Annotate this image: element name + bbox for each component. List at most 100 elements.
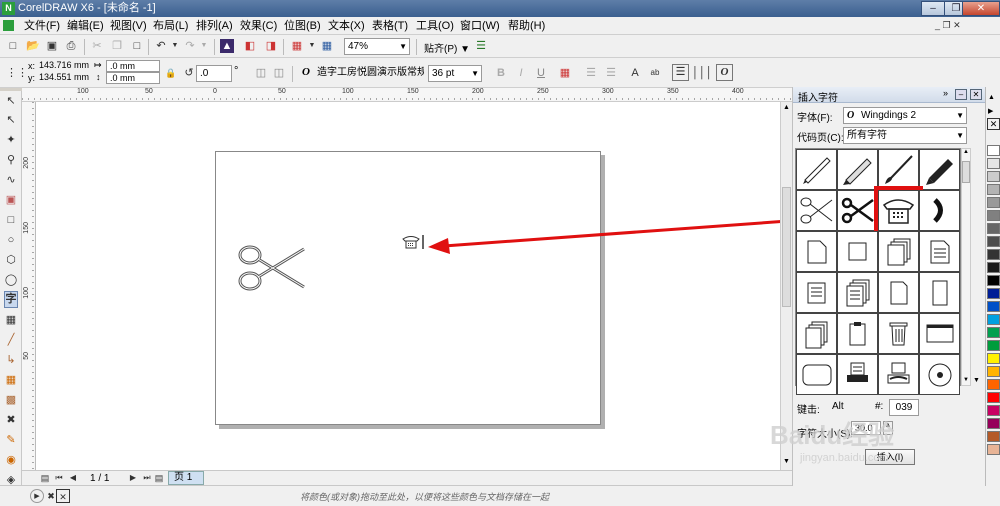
color-swatch[interactable] [987,184,1000,195]
color-swatch[interactable] [987,340,1000,351]
new-document-icon[interactable]: □ [6,39,20,53]
parallel-dimension-tool-icon[interactable]: ╱ [4,333,18,347]
palette-scroll-up-icon[interactable]: ▲ [988,94,995,101]
char-cell-scissors-outline[interactable] [796,190,837,231]
palette-flyout-icon[interactable]: ▶ [988,107,993,115]
keystroke-alt-field[interactable]: Alt [829,399,859,416]
menu-table[interactable]: 表格(T) [372,19,408,33]
char-cell-multi-page[interactable] [796,313,837,354]
scroll-up-icon[interactable]: ▲ [782,104,791,113]
collapse-docker-icon[interactable]: » [943,88,948,98]
y-position-field[interactable]: 134.551 mm [36,72,90,84]
blend-tool-icon[interactable]: ▦ [4,373,18,387]
close-button[interactable]: ✕ [962,1,1000,16]
color-swatch[interactable] [987,444,1000,455]
first-page-icon[interactable]: ⏮ [52,471,66,485]
docker-font-select[interactable]: O Wingdings 2 ▼ [843,107,967,124]
menu-bitmaps[interactable]: 位图(B) [284,19,321,33]
menu-layout[interactable]: 布局(L) [153,19,188,33]
color-swatch[interactable] [987,314,1000,325]
grid-scrollbar[interactable]: ▲ ▼ [961,148,971,386]
font-family-select[interactable]: 造字工房悦圆演示版常规 [314,65,424,82]
grid-scroll-down-icon[interactable]: ▼ [973,377,980,384]
color-swatch[interactable] [987,223,1000,234]
connector-tool-icon[interactable]: ↳ [4,353,18,367]
drop-cap-icon[interactable]: ☰ [604,66,618,80]
menu-arrange[interactable]: 排列(A) [196,19,233,33]
char-cell-printer[interactable] [837,354,878,395]
undo-dropdown-icon[interactable]: ▼ [168,39,182,53]
width-field[interactable]: .0 mm [106,60,160,72]
color-swatch[interactable] [987,171,1000,182]
minimize-docker-icon[interactable]: – [955,89,967,100]
text-properties-icon[interactable]: A [628,66,642,80]
no-color-icon[interactable]: ✕ [56,489,70,503]
fill-tool-icon[interactable]: ◉ [4,453,18,467]
transparency-tool-icon[interactable]: ▩ [4,393,18,407]
application-launcher-icon[interactable]: ▦ [290,39,304,53]
color-swatch[interactable] [987,379,1000,390]
color-swatch[interactable] [987,353,1000,364]
color-pick-icon[interactable]: ▶ [30,489,44,503]
table-tool-icon[interactable]: ▦ [4,313,18,327]
menu-window[interactable]: 窗口(W) [460,19,500,33]
lock-ratio-icon[interactable]: 🔒 [164,66,178,80]
color-swatch[interactable] [987,431,1000,442]
cut-icon[interactable]: ✂ [90,39,104,53]
menu-effects[interactable]: 效果(C) [240,19,277,33]
color-swatch[interactable] [987,418,1000,429]
color-swatch[interactable] [987,262,1000,273]
add-page-after-icon[interactable]: ▤ [152,471,166,485]
menu-view[interactable]: 视图(V) [110,19,147,33]
color-swatch[interactable] [987,145,1000,156]
previous-page-icon[interactable]: ◀ [66,471,80,485]
char-cell-clipboard[interactable] [837,313,878,354]
char-cell-scissors[interactable] [837,190,878,231]
char-cell-fax[interactable] [878,354,919,395]
welcome-screen-icon[interactable]: ▦ [320,39,334,53]
mdi-controls[interactable]: _ ❐ ✕ [935,20,995,32]
pick-tool-icon[interactable]: ↖ [4,94,18,108]
color-swatch[interactable] [987,301,1000,312]
text-tool-icon[interactable]: 字 [4,291,18,308]
char-cell-stacked-pages[interactable] [878,231,919,272]
char-cell-brush[interactable] [878,149,919,190]
char-cell-dogear-page[interactable] [878,272,919,313]
print-icon[interactable]: ⎙ [64,39,78,53]
redo-dropdown-icon[interactable]: ▼ [197,39,211,53]
char-cell-marker[interactable] [919,149,960,190]
text-alignment-icon[interactable]: ▦ [558,66,572,80]
export-icon[interactable]: ◨ [264,39,278,53]
char-cell-telephone-selected[interactable] [874,186,923,235]
mirror-horizontal-icon[interactable]: ◫ [254,66,268,80]
interactive-opentype-icon[interactable]: O [716,64,733,81]
freehand-tool-icon[interactable]: ∿ [4,173,18,187]
scrollbar-thumb[interactable] [962,161,970,183]
menu-edit[interactable]: 编辑(E) [67,19,104,33]
color-swatch[interactable] [987,236,1000,247]
menu-help[interactable]: 帮助(H) [508,19,545,33]
page-tab[interactable]: 页 1 [168,471,204,485]
char-cell-pen[interactable] [796,149,837,190]
char-cell-document[interactable] [919,231,960,272]
minimize-button[interactable]: – [921,1,945,16]
scroll-up-icon[interactable]: ▲ [962,149,970,157]
menu-tools[interactable]: 工具(O) [416,19,454,33]
char-cell-trash[interactable] [878,313,919,354]
horizontal-text-icon[interactable]: ☰ [672,64,689,81]
char-cell-text-page[interactable] [796,272,837,313]
italic-icon[interactable]: I [514,66,528,80]
char-cell-fountain-pen[interactable] [837,149,878,190]
char-cell-rounded-rect[interactable] [796,354,837,395]
open-icon[interactable]: 📂 [26,39,40,53]
font-size-select[interactable]: 36 pt ▼ [428,65,482,82]
search-content-icon[interactable]: ▲ [220,39,234,53]
menu-file[interactable]: 文件(F) [24,19,60,33]
redo-icon[interactable]: ↷ [183,39,197,53]
eyedropper-tool-icon[interactable]: ✖ [4,413,18,427]
rectangle-tool-icon[interactable]: □ [4,213,18,227]
close-docker-icon[interactable]: ✕ [970,89,982,100]
color-swatch[interactable] [987,275,1000,286]
zoom-tool-icon[interactable]: ⚲ [4,153,18,167]
outline-pen-icon[interactable]: ✎ [4,433,18,447]
